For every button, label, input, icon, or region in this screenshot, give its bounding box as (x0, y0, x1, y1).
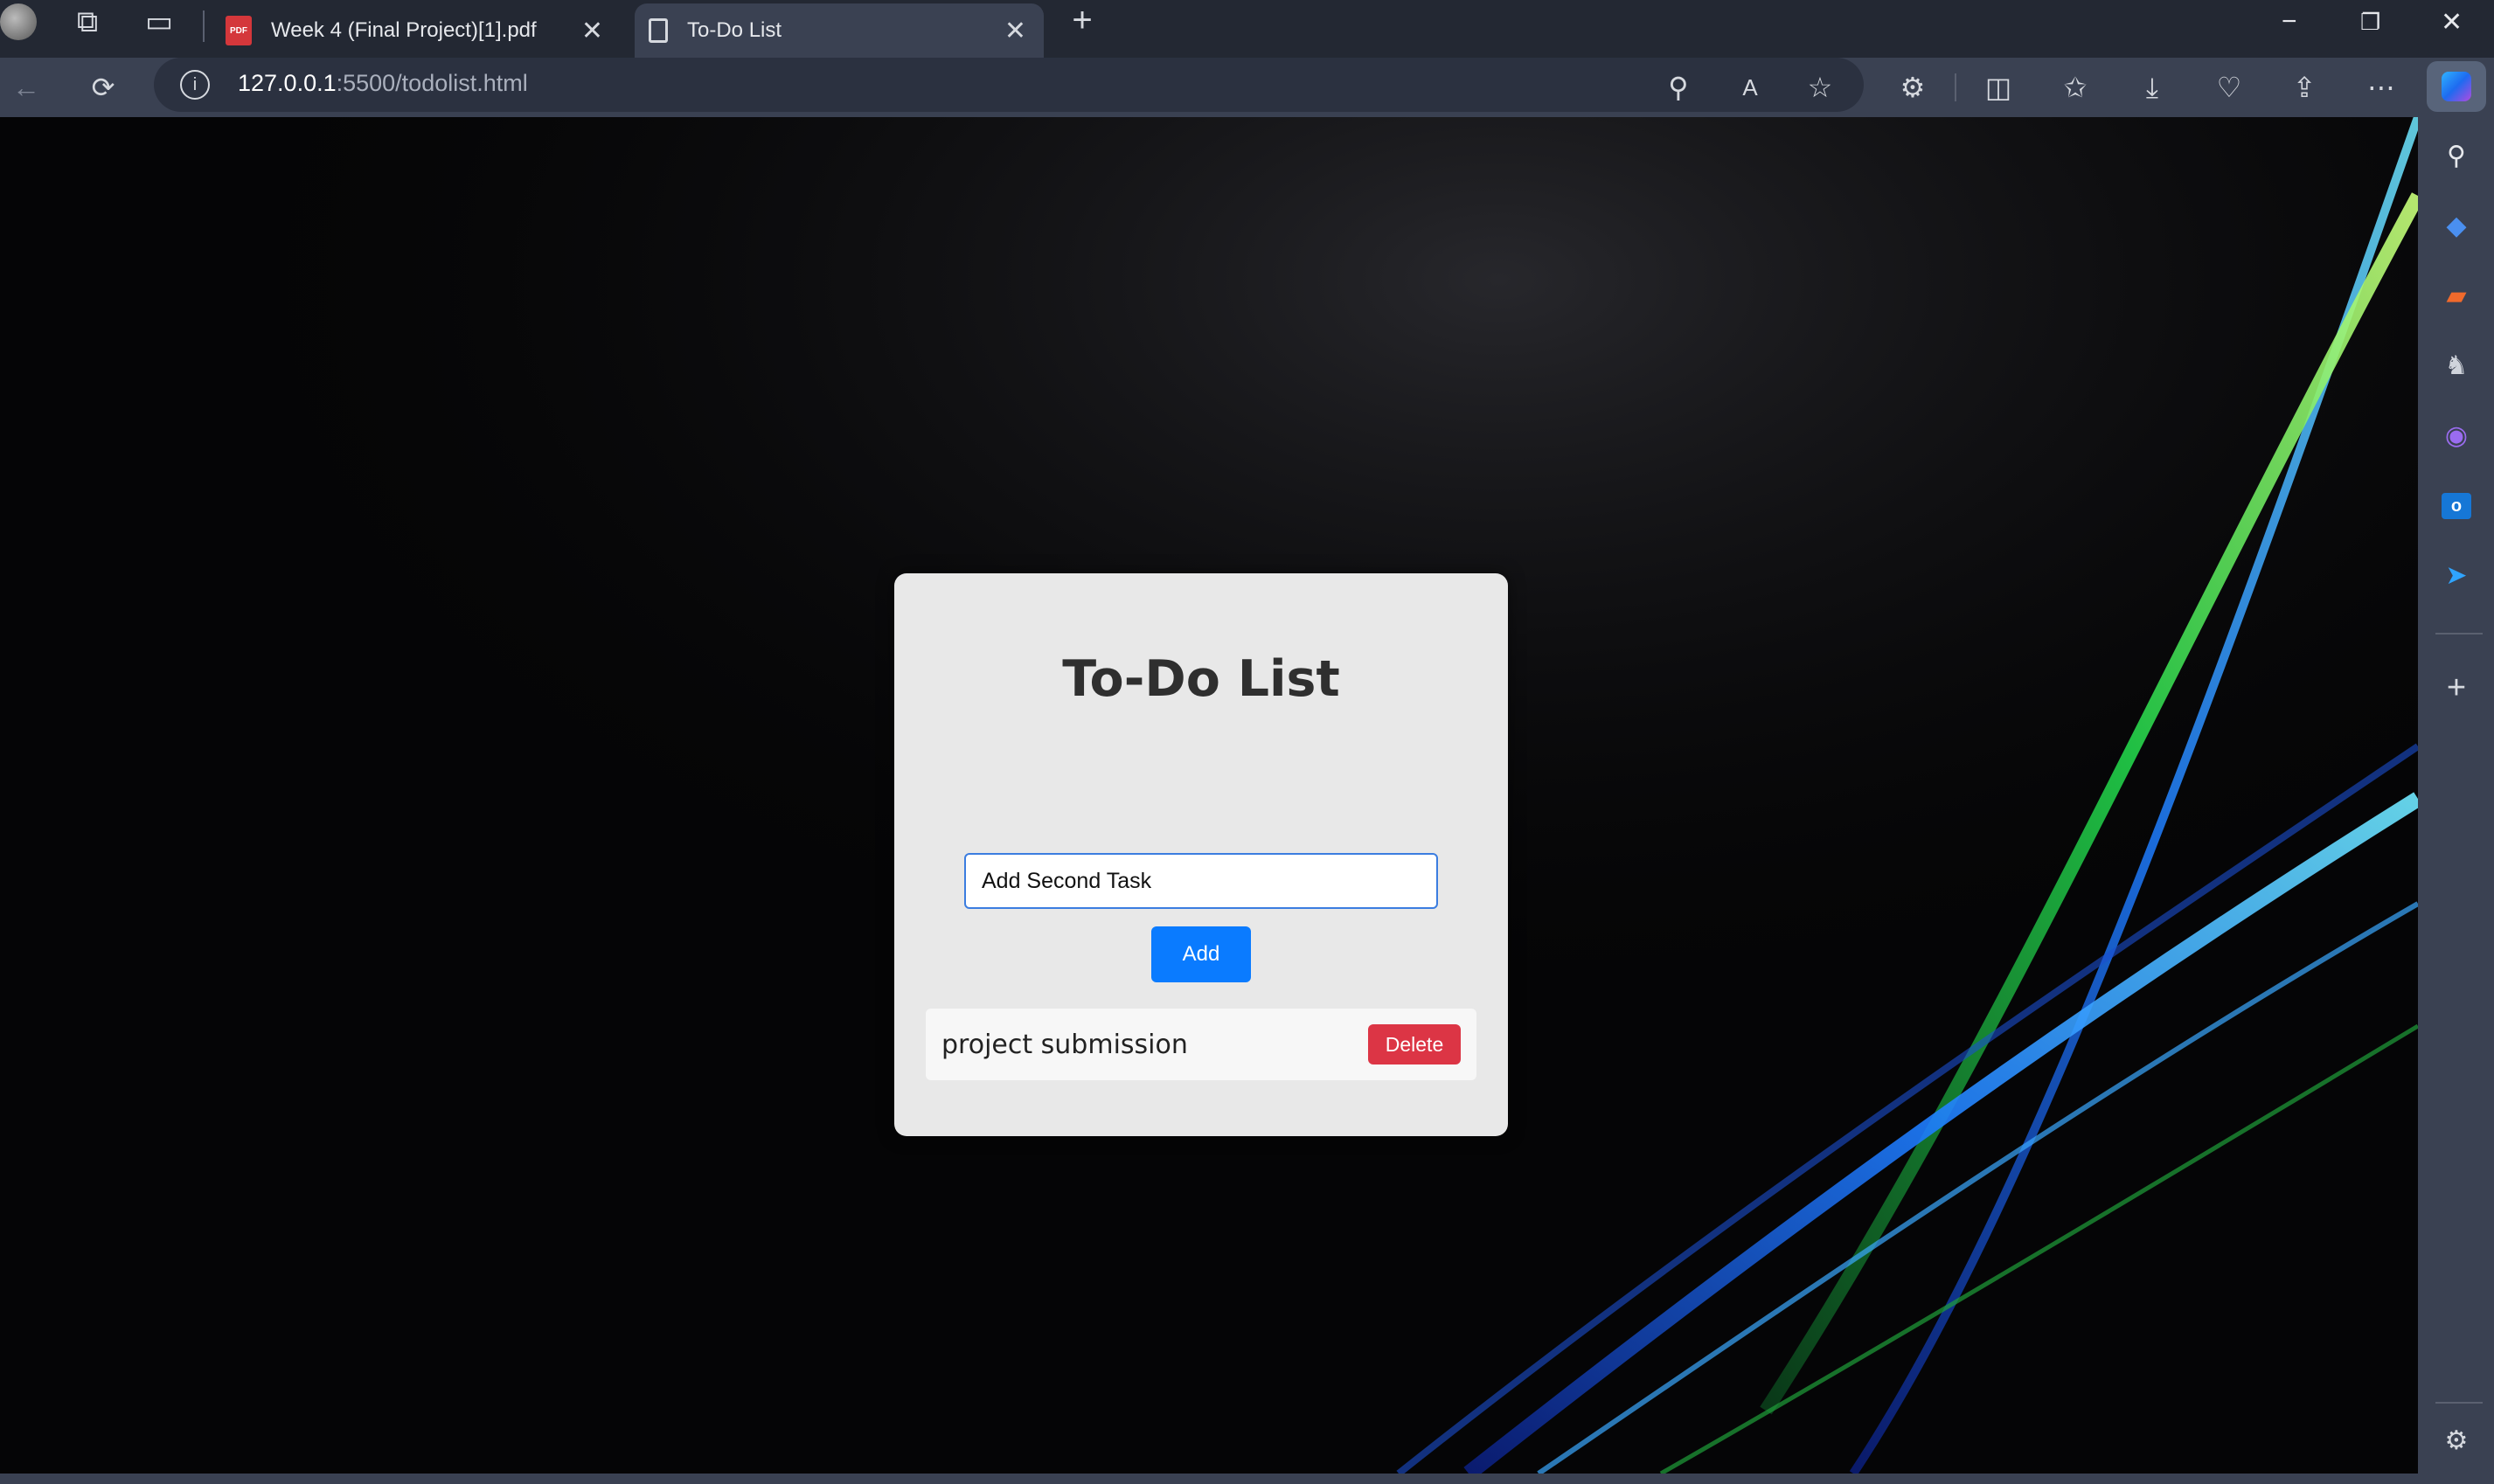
read-aloud-icon[interactable]: A (1729, 66, 1771, 108)
zoom-out-icon[interactable]: ⚲ (1657, 66, 1699, 108)
tab-separator (203, 10, 205, 42)
close-icon[interactable]: ✕ (1004, 16, 1026, 46)
tab-actions-icon[interactable]: ▭ (142, 7, 177, 37)
site-info-icon[interactable]: i (180, 70, 210, 100)
page-icon (649, 18, 668, 43)
split-screen-icon[interactable]: ◫ (1977, 66, 2019, 108)
list-item: project submission Delete (926, 1009, 1476, 1080)
more-icon[interactable]: ⋯ (2360, 66, 2402, 108)
minimize-icon[interactable]: − (2282, 7, 2297, 37)
todo-list: project submission Delete (926, 1009, 1476, 1080)
task-input[interactable] (964, 853, 1438, 909)
tab-todo-list[interactable]: To-Do List ✕ (635, 3, 1044, 58)
tab-label: To-Do List (687, 18, 782, 42)
delete-button[interactable]: Delete (1368, 1024, 1461, 1064)
microsoft-365-icon[interactable]: ◉ (2438, 418, 2475, 454)
settings-gear-icon[interactable]: ⚙ (2438, 1423, 2475, 1460)
sidebar-divider (2435, 1402, 2483, 1404)
sidebar-divider (2435, 633, 2483, 635)
workspaces-icon[interactable]: ⧉ (70, 7, 105, 37)
url-host: 127.0.0.1 (238, 70, 337, 96)
close-icon[interactable]: ✕ (581, 16, 603, 46)
refresh-icon[interactable]: ⟳ (82, 66, 124, 108)
page-background: To-Do List Add project submission Delete (0, 117, 2418, 1474)
add-button[interactable]: Add (1151, 926, 1251, 982)
pdf-icon: PDF (226, 16, 252, 45)
url-path: :5500/todolist.html (336, 70, 528, 96)
copilot-icon[interactable] (2427, 61, 2486, 112)
profile-avatar[interactable] (0, 3, 37, 40)
bottom-frame (0, 1474, 2494, 1484)
tools-briefcase-icon[interactable]: ▰ (2438, 278, 2475, 315)
close-window-icon[interactable]: ✕ (2441, 7, 2463, 38)
drop-send-icon[interactable]: ➤ (2438, 558, 2475, 594)
url-text[interactable]: 127.0.0.1:5500/todolist.html (238, 70, 528, 97)
outlook-icon[interactable]: o (2438, 488, 2475, 524)
new-tab-icon[interactable]: + (1065, 3, 1100, 38)
todo-text: project submission (941, 1029, 1188, 1060)
restore-icon[interactable]: ❐ (2360, 9, 2380, 36)
tab-pdf[interactable]: PDF Week 4 (Final Project)[1].pdf ✕ (210, 3, 621, 58)
tab-label: Week 4 (Final Project)[1].pdf (271, 18, 537, 42)
add-sidebar-app-icon[interactable]: + (2438, 669, 2475, 706)
browser-essentials-icon[interactable]: ♡ (2208, 66, 2250, 108)
favorites-icon[interactable]: ✩ (2054, 66, 2096, 108)
back-icon[interactable]: ← (5, 66, 47, 108)
games-icon[interactable]: ♞ (2438, 348, 2475, 385)
toolbar-divider (1955, 73, 1956, 101)
sidebar (2418, 58, 2494, 1484)
favorite-star-icon[interactable]: ☆ (1799, 66, 1841, 108)
search-icon[interactable]: ⚲ (2438, 138, 2475, 175)
share-icon[interactable]: ⇪ (2283, 66, 2325, 108)
downloads-icon[interactable]: ⤓ (2131, 66, 2173, 108)
shopping-tag-icon[interactable]: ◆ (2438, 208, 2475, 245)
extensions-icon[interactable]: ⚙ (1892, 66, 1934, 108)
todo-card: To-Do List Add project submission Delete (894, 573, 1508, 1136)
page-title: To-Do List (1062, 650, 1340, 708)
